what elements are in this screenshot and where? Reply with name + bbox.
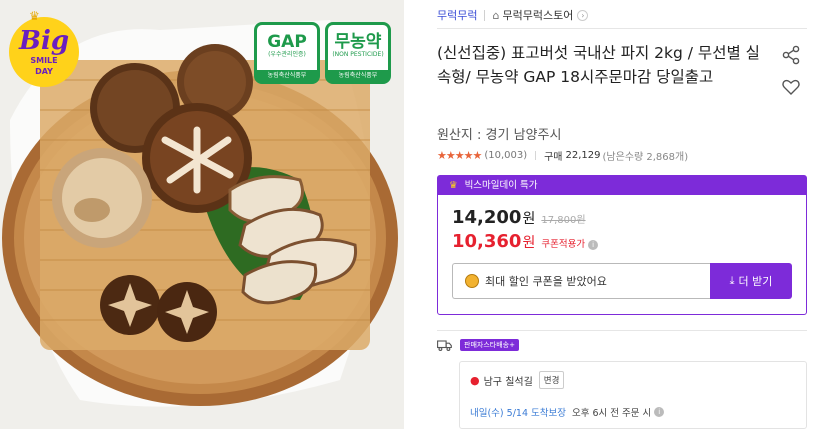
pesticide-free-certification-mark: 무농약 (NON PESTICIDE) 농림축산식품부 — [325, 22, 391, 84]
info-icon[interactable]: i — [654, 407, 665, 417]
get-more-coupons-label: 더 받기 — [738, 275, 773, 288]
share-icon[interactable] — [781, 45, 801, 65]
gap-mark-issuer: 농림축산식품부 — [257, 70, 317, 81]
coupon-price-row: 10,360 원 쿠폰적용가 i — [452, 231, 599, 252]
badge-big-text: Big — [18, 26, 70, 56]
change-address-button[interactable]: 변경 — [538, 371, 565, 389]
delivery-estimate: 내일(수) 5/14 도착보장 오후 6시 전 주문 시 i — [470, 405, 665, 419]
sale-price-row: 14,200 원 17,800원 — [452, 207, 586, 228]
sale-price: 14,200 — [452, 207, 522, 228]
info-icon[interactable]: i — [588, 240, 599, 250]
coupon-status-box: 최대 할인 쿠폰을 받았어요 — [452, 263, 710, 299]
delivery-date: 내일(수) 5/14 — [470, 408, 528, 419]
address-line: ● 남구 칠석길 변경 — [470, 371, 565, 389]
gap-mark-sub: (우수관리인증) — [268, 51, 306, 58]
crown-icon: ♛ — [29, 9, 40, 23]
coupon-price-tag: 쿠폰적용가 — [541, 239, 586, 250]
original-price: 17,800원 — [541, 215, 586, 226]
store-bar: 무럭무럭 ⌂ 무럭무럭스토어 › — [437, 5, 589, 25]
big-smile-day-badge: ♛ Big SMILE DAY — [9, 9, 79, 87]
heart-icon[interactable] — [781, 77, 801, 97]
deal-header-label: 빅스마일데이 특가 — [464, 180, 538, 191]
order-cutoff: 오후 6시 전 주문 시 — [571, 408, 652, 419]
badge-smile-text: SMILE — [30, 56, 58, 65]
pesticide-mark-issuer: 농림축산식품부 — [328, 70, 388, 81]
crown-icon: ♛ — [449, 180, 458, 191]
delivery-address-box: ● 남구 칠석길 변경 내일(수) 5/14 도착보장 오후 6시 전 주문 시… — [459, 361, 807, 429]
home-icon: ⌂ — [492, 8, 500, 22]
store-divider — [484, 9, 486, 21]
purchase-count: 22,129 — [565, 150, 601, 161]
store-name-link[interactable]: 무럭무럭 — [437, 7, 477, 23]
pesticide-mark-sub: (NON PESTICIDE) — [332, 51, 384, 58]
product-image[interactable]: ♛ Big SMILE DAY GAP (우수관리인증) 농림축산식품부 무농약… — [0, 0, 404, 429]
rating-divider — [535, 151, 537, 160]
sale-price-won: 원 — [522, 211, 536, 227]
star-delivery-badge: 판매자스타배송+ — [460, 339, 519, 351]
coupon-coin-icon — [465, 274, 479, 288]
store-bar-divider — [437, 28, 807, 29]
download-icon: ⤓ — [729, 274, 735, 287]
get-more-coupons-button[interactable]: ⤓ 더 받기 — [710, 263, 792, 299]
arrival-guarantee: 도착보장 — [531, 408, 566, 419]
product-title: (신선집중) 표고버섯 국내산 파지 2kg / 무선별 실속형/ 무농약 GA… — [437, 44, 760, 86]
chevron-right-icon[interactable]: › — [577, 9, 589, 21]
coupon-message: 최대 할인 쿠폰을 받았어요 — [485, 275, 607, 288]
store-home-link[interactable]: 무럭무럭스토어 — [502, 7, 573, 23]
location-pin-icon: ● — [470, 373, 480, 387]
truck-icon — [437, 339, 452, 351]
remaining-stock: (남은수량 2,868개) — [602, 152, 689, 163]
shipping-divider — [437, 330, 807, 331]
purchase-label: 구매 — [544, 152, 563, 163]
gap-mark-text: GAP — [267, 32, 307, 52]
gap-certification-mark: GAP (우수관리인증) 농림축산식품부 — [254, 22, 320, 84]
delivery-address: 남구 칠석길 — [483, 376, 533, 388]
special-deal-box: ♛ 빅스마일데이 특가 14,200 원 17,800원 10,360 원 쿠폰… — [437, 175, 807, 315]
shipping-row: 판매자스타배송+ — [437, 339, 519, 351]
rating-stars[interactable]: ★★★★★ — [437, 149, 482, 162]
review-count[interactable]: (10,003) — [484, 150, 527, 161]
pesticide-mark-text: 무농약 — [334, 32, 382, 52]
coupon-price: 10,360 — [452, 231, 522, 252]
badge-day-text: DAY — [35, 67, 53, 76]
deal-header: ♛ 빅스마일데이 특가 — [438, 176, 806, 195]
rating-row: ★★★★★ (10,003) 구매 22,129 (남은수량 2,868개) — [437, 148, 688, 163]
origin-info: 원산지 : 경기 남양주시 — [437, 128, 562, 143]
coupon-price-won: 원 — [522, 235, 536, 251]
